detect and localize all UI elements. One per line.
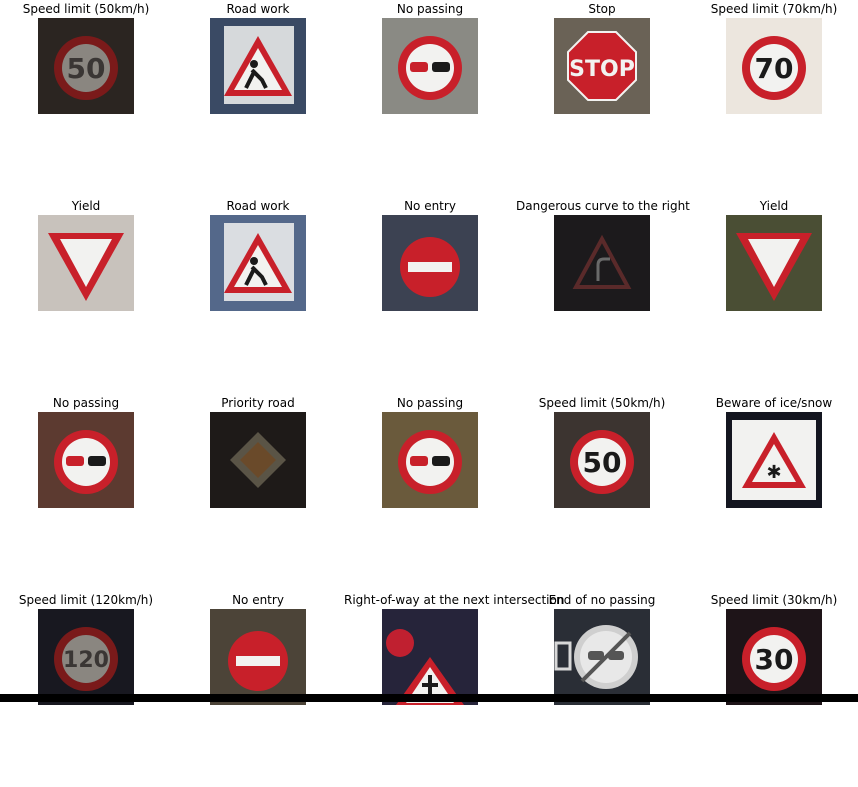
traffic-sign-image (382, 412, 478, 508)
image-title: Speed limit (50km/h) (538, 396, 666, 410)
image-cell: No entry (344, 197, 516, 393)
image-cell: Beware of ice/snow ✱ (688, 394, 858, 590)
svg-text:STOP: STOP (569, 57, 635, 82)
svg-text:120: 120 (63, 648, 109, 673)
traffic-sign-image: STOP (554, 18, 650, 114)
svg-text:70: 70 (755, 52, 794, 85)
traffic-sign-image (382, 18, 478, 114)
image-cell: Speed limit (50km/h) 50 (516, 394, 688, 590)
image-cell: Speed limit (50km/h) 50 (0, 0, 172, 196)
image-title: Road work (226, 199, 290, 213)
traffic-sign-image (382, 215, 478, 311)
svg-text:30: 30 (755, 643, 794, 676)
image-cell: Road work (172, 0, 344, 196)
traffic-sign-image (38, 412, 134, 508)
image-cell: Yield (0, 197, 172, 393)
image-title: Beware of ice/snow (715, 396, 833, 410)
image-title: Road work (226, 2, 290, 16)
image-title: Priority road (221, 396, 295, 410)
svg-text:50: 50 (67, 52, 106, 85)
traffic-sign-image (382, 609, 478, 705)
traffic-sign-image: 70 (726, 18, 822, 114)
image-title: Dangerous curve to the right (516, 199, 690, 213)
traffic-sign-image (554, 215, 650, 311)
traffic-sign-image: 50 (554, 412, 650, 508)
image-title: Right-of-way at the next intersection (344, 593, 565, 607)
traffic-sign-image (38, 215, 134, 311)
traffic-sign-image: 120 (38, 609, 134, 705)
image-cell: Road work (172, 197, 344, 393)
image-title: No entry (232, 593, 284, 607)
traffic-sign-image: 30 (726, 609, 822, 705)
image-title: Speed limit (70km/h) (710, 2, 838, 16)
image-title: No passing (396, 396, 464, 410)
svg-text:50: 50 (583, 446, 622, 479)
traffic-sign-image (210, 18, 306, 114)
traffic-sign-image (554, 609, 650, 705)
image-cell: No entry (172, 591, 344, 787)
traffic-sign-image: 50 (38, 18, 134, 114)
image-title: Speed limit (50km/h) (22, 2, 150, 16)
traffic-sign-image (726, 215, 822, 311)
image-title: No entry (404, 199, 456, 213)
bottom-bar (0, 694, 858, 702)
image-grid: Speed limit (50km/h) 50 Road work No pass… (0, 0, 858, 705)
traffic-sign-image (210, 215, 306, 311)
image-title: End of no passing (548, 593, 656, 607)
image-cell: Speed limit (30km/h) 30 (688, 591, 858, 787)
traffic-sign-image: ✱ (726, 412, 822, 508)
traffic-sign-image (210, 609, 306, 705)
traffic-sign-image (210, 412, 306, 508)
svg-text:✱: ✱ (766, 462, 781, 483)
image-cell: End of no passing (516, 591, 688, 787)
image-cell: Stop STOP (516, 0, 688, 196)
image-cell: No passing (344, 0, 516, 196)
image-title: Speed limit (120km/h) (18, 593, 154, 607)
image-title: Yield (71, 199, 101, 213)
image-title: Yield (759, 199, 789, 213)
image-cell: Speed limit (70km/h) 70 (688, 0, 858, 196)
image-cell: Priority road (172, 394, 344, 590)
image-cell: Right-of-way at the next intersection (344, 591, 565, 787)
image-cell: No passing (344, 394, 516, 590)
image-cell: No passing (0, 394, 172, 590)
image-title: No passing (396, 2, 464, 16)
image-title: Stop (588, 2, 616, 16)
image-title: No passing (52, 396, 120, 410)
image-cell: Dangerous curve to the right (516, 197, 690, 393)
image-cell: Yield (688, 197, 858, 393)
image-title: Speed limit (30km/h) (710, 593, 838, 607)
image-cell: Speed limit (120km/h) 120 (0, 591, 172, 787)
